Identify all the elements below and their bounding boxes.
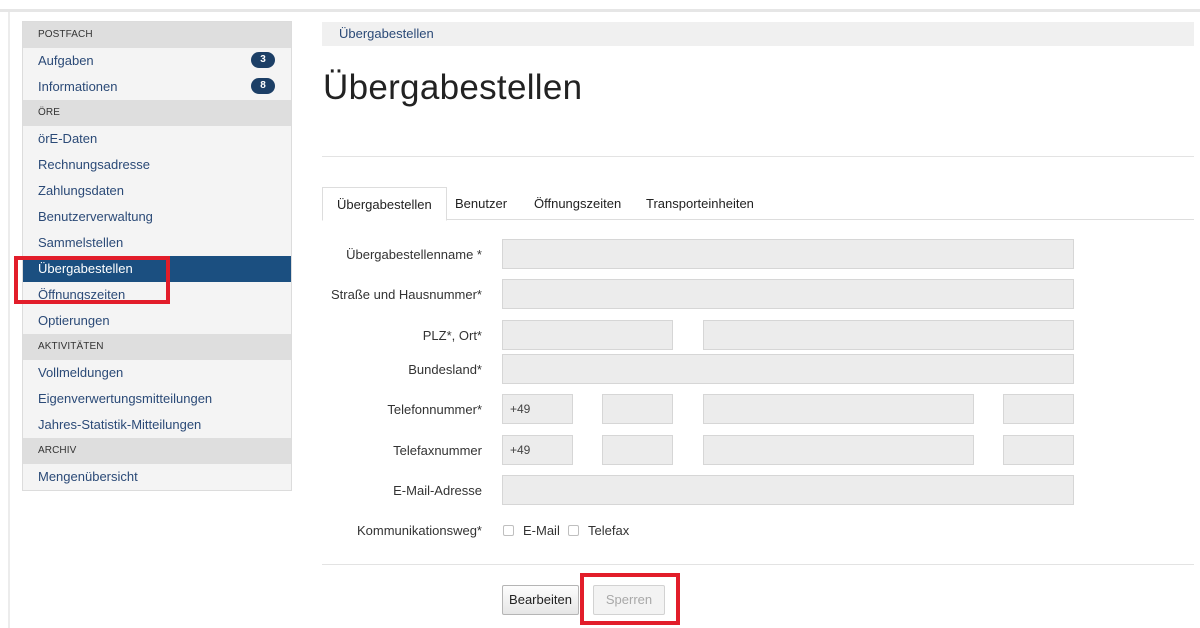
phone-number-field[interactable]	[703, 394, 974, 424]
plz-label: PLZ*, Ort*	[422, 328, 482, 343]
sidebar-item-vollmeldungen[interactable]: Vollmeldungen	[23, 360, 291, 386]
sidebar-item-jahres-statistik-mitteilungen[interactable]: Jahres-Statistik-Mitteilungen	[23, 412, 291, 438]
sidebar-item-zahlungsdaten[interactable]: Zahlungsdaten	[23, 178, 291, 204]
sidebar-item-eigenverwertungsmitteilungen[interactable]: Eigenverwertungsmitteilungen	[23, 386, 291, 412]
state-label: Bundesland*	[408, 362, 482, 377]
fax-area-field[interactable]	[602, 435, 673, 465]
highlight-box-sidebar	[14, 256, 170, 304]
sidebar-item-label: Aufgaben	[38, 53, 94, 68]
left-border	[8, 12, 10, 628]
name-field[interactable]	[502, 239, 1074, 269]
count-badge: 3	[251, 52, 275, 68]
divider	[322, 564, 1194, 565]
sidebar-item-sammelstellen[interactable]: Sammelstellen	[23, 230, 291, 256]
tab-bar: Übergabestellen Benutzer Öffnungszeiten …	[322, 187, 1194, 221]
phone-country-field[interactable]: +49	[502, 394, 573, 424]
sidebar-section-archiv: ARCHIV	[23, 438, 291, 464]
sidebar-item-aufgaben[interactable]: Aufgaben 3	[23, 48, 291, 74]
fax-extension-field[interactable]	[1003, 435, 1074, 465]
fax-country-field[interactable]: +49	[502, 435, 573, 465]
email-label: E-Mail-Adresse	[393, 483, 482, 498]
sidebar-section-postfach: POSTFACH	[23, 22, 291, 48]
tab-transporteinheiten[interactable]: Transporteinheiten	[632, 187, 768, 220]
sidebar-item-rechnungsadresse[interactable]: Rechnungsadresse	[23, 152, 291, 178]
city-field[interactable]	[703, 320, 1074, 350]
fax-label: Telefaxnummer	[393, 443, 482, 458]
plz-field[interactable]	[502, 320, 673, 350]
sidebar-section-ore: ÖRE	[23, 100, 291, 126]
top-border	[0, 9, 1200, 12]
phone-extension-field[interactable]	[1003, 394, 1074, 424]
email-checkbox[interactable]	[503, 525, 514, 536]
state-field[interactable]	[502, 354, 1074, 384]
edit-button[interactable]: Bearbeiten	[502, 585, 579, 615]
sidebar-item-optierungen[interactable]: Optierungen	[23, 308, 291, 334]
page-title: Übergabestellen	[323, 68, 583, 107]
highlight-box-lock-button	[580, 573, 680, 625]
fax-number-field[interactable]	[703, 435, 974, 465]
phone-label: Telefonnummer*	[387, 402, 482, 417]
breadcrumb[interactable]: Übergabestellen	[322, 22, 1194, 46]
channel-label: Kommunikationsweg*	[356, 523, 482, 538]
divider	[322, 156, 1194, 157]
sidebar-item-label: Informationen	[38, 79, 118, 94]
email-checkbox-label: E-Mail	[523, 523, 560, 538]
tab-benutzer[interactable]: Benutzer	[441, 187, 521, 220]
tab-uebergabestellen[interactable]: Übergabestellen	[322, 187, 447, 221]
sidebar-item-mengenuebersicht[interactable]: Mengenübersicht	[23, 464, 291, 490]
fax-checkbox-label: Telefax	[588, 523, 630, 538]
email-field[interactable]	[502, 475, 1074, 505]
name-label: Übergabestellenname *	[346, 247, 482, 262]
sidebar-section-aktivitaeten: AKTIVITÄTEN	[23, 334, 291, 360]
phone-area-field[interactable]	[602, 394, 673, 424]
street-label: Straße und Hausnummer*	[330, 287, 482, 302]
tab-oeffnungszeiten[interactable]: Öffnungszeiten	[520, 187, 635, 220]
street-field[interactable]	[502, 279, 1074, 309]
sidebar-item-informationen[interactable]: Informationen 8	[23, 74, 291, 100]
fax-checkbox[interactable]	[568, 525, 579, 536]
sidebar-item-ore-daten[interactable]: örE-Daten	[23, 126, 291, 152]
sidebar-item-benutzerverwaltung[interactable]: Benutzerverwaltung	[23, 204, 291, 230]
count-badge: 8	[251, 78, 275, 94]
